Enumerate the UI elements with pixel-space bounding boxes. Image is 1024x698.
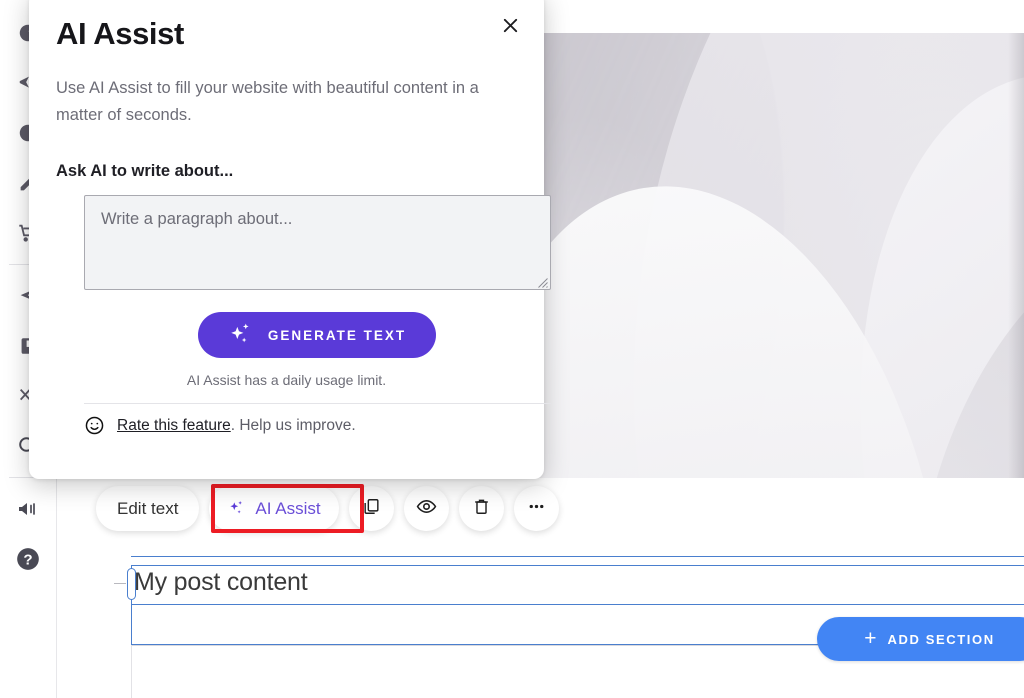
ai-assist-label: AI Assist [255, 498, 321, 518]
add-section-button[interactable]: + ADD SECTION [817, 617, 1024, 661]
plus-icon: + [864, 626, 877, 650]
sparkle-icon [228, 321, 254, 350]
element-toolbar: Edit text AI Assist [96, 486, 559, 531]
dialog-divider [84, 403, 551, 404]
generate-text-label: GENERATE TEXT [267, 327, 407, 343]
help-icon: ? [15, 546, 41, 572]
dialog-title: AI Assist [56, 16, 184, 51]
svg-text:?: ? [23, 551, 32, 568]
sidebar-item-announcements[interactable] [6, 484, 50, 534]
sidebar-item-help[interactable]: ? [6, 534, 50, 584]
visibility-button[interactable] [403, 486, 449, 531]
dialog-footer: Rate this feature. Help us improve. [84, 415, 356, 436]
selection-inner-border [131, 604, 1024, 605]
dialog-description: Use AI Assist to fill your website with … [56, 79, 479, 124]
ellipsis-icon [526, 496, 547, 522]
sparkle-icon [227, 499, 246, 518]
usage-note: AI Assist has a daily usage limit. [186, 372, 387, 388]
generate-text-button[interactable]: GENERATE TEXT [198, 312, 436, 358]
edit-text-label: Edit text [117, 498, 179, 518]
trash-icon [472, 497, 491, 521]
prompt-label: Ask AI to write about... [56, 162, 234, 180]
vertical-guide [131, 645, 132, 698]
prompt-input[interactable] [84, 195, 551, 290]
more-options-button[interactable] [513, 486, 559, 531]
duplicate-icon [362, 497, 381, 521]
eye-icon [416, 496, 437, 522]
delete-button[interactable] [458, 486, 504, 531]
ai-assist-dialog: AI Assist Use AI Assist to fill your web… [29, 0, 551, 479]
hero-edge-shading [1008, 33, 1024, 478]
post-content-text[interactable]: My post content [134, 568, 308, 597]
footer-text: Rate this feature. Help us improve. [117, 417, 356, 435]
ai-assist-button[interactable]: AI Assist [209, 486, 339, 531]
add-section-label: ADD SECTION [887, 631, 995, 647]
close-icon [500, 15, 521, 41]
app-root: My post content + ADD SECTION Edit text … [0, 0, 1024, 698]
rate-this-feature-link[interactable]: Rate this feature [117, 417, 231, 434]
close-button[interactable] [496, 14, 524, 42]
footer-rest-text: . Help us improve. [230, 416, 356, 434]
selection-top-border [131, 556, 1024, 557]
smiley-face-icon [84, 415, 105, 436]
announcement-icon [16, 497, 40, 521]
ruler-tick [114, 583, 126, 584]
duplicate-button[interactable] [348, 486, 394, 531]
edit-text-button[interactable]: Edit text [96, 486, 200, 531]
